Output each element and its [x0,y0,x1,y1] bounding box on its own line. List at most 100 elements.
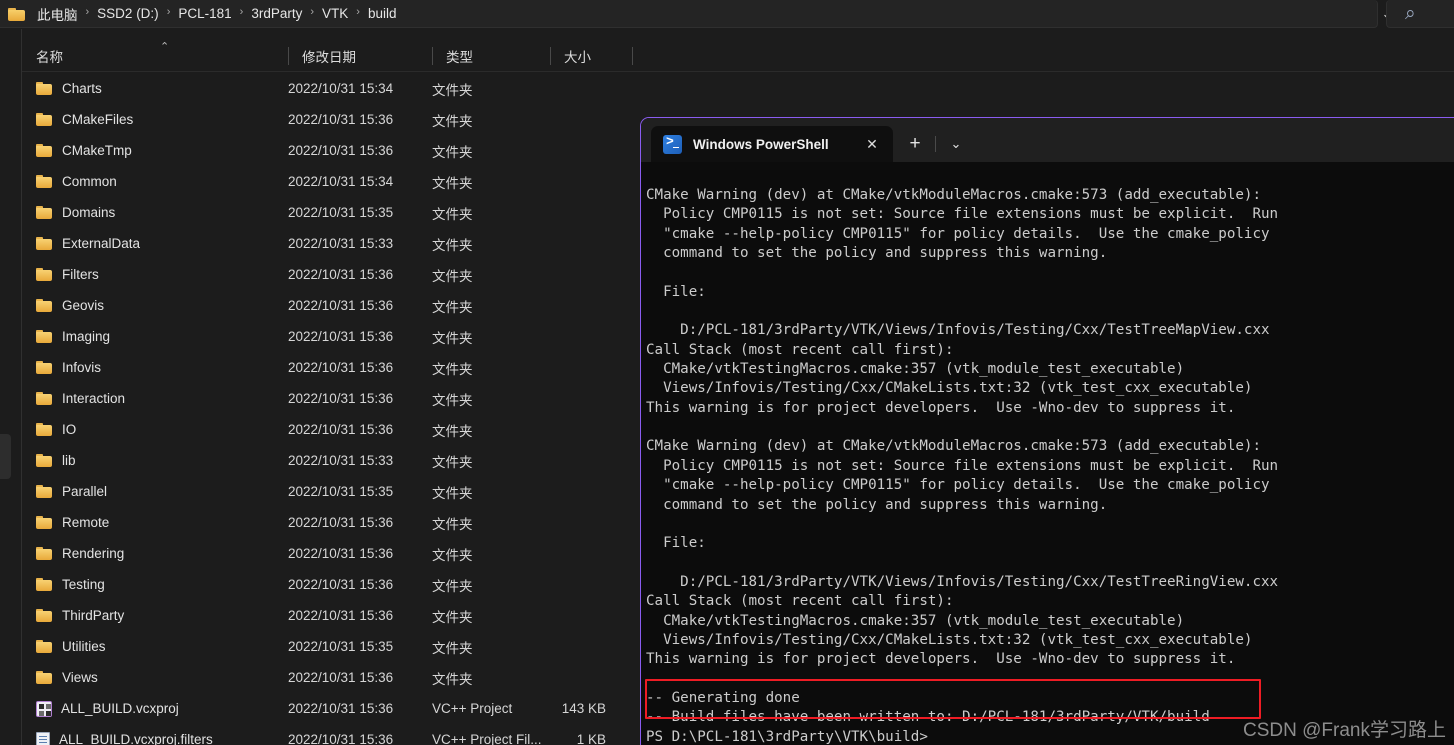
file-date-cell: 2022/10/31 15:36 [288,391,394,406]
file-type-cell: 文件夹 [432,640,473,656]
file-name-label: Remote [62,515,110,530]
file-name-cell: ThirdParty [22,608,288,623]
file-name-label: Testing [62,577,105,592]
folder-icon [36,205,53,220]
file-type-cell: 文件夹 [432,175,473,191]
file-type-cell: 文件夹 [432,392,473,408]
breadcrumb-item-2[interactable]: PCL-181 [173,4,236,23]
breadcrumb-item-3[interactable]: 3rdParty [246,4,307,23]
column-header-name[interactable]: 名称 ⌃ [22,40,288,72]
terminal-line: CMake Warning (dev) at CMake/vtkModuleMa… [646,187,1261,203]
terminal-line: D:/PCL-181/3rdParty/VTK/Views/Infovis/Te… [646,322,1270,339]
terminal-line: Policy CMP0115 is not set: Source file e… [646,206,1279,223]
breadcrumb-item-5[interactable]: build [363,4,402,23]
file-name-label: Rendering [62,546,125,561]
file-size-cell: 1 KB [576,732,606,745]
folder-icon [36,515,53,530]
terminal-line: PS D:\PCL-181\3rdParty\VTK\build> [646,728,928,745]
breadcrumb-container[interactable]: 此电脑 › SSD2 (D:) › PCL-181 › 3rdParty › VTK › build [0,0,1378,28]
terminal-output[interactable]: CMake Warning (dev) at CMake/vtkModuleMa… [641,162,1454,745]
file-type-cell: 文件夹 [432,113,473,129]
file-type-cell: 文件夹 [432,485,473,501]
column-header-type[interactable]: 类型 [432,40,550,72]
folder-icon [36,484,53,499]
file-date-cell: 2022/10/31 15:36 [288,422,394,437]
file-name-label: CMakeFiles [62,112,134,127]
folder-icon [36,112,53,127]
file-name-cell: Common [22,174,288,189]
search-input[interactable]: ⌕ [1386,0,1454,28]
file-name-label: Parallel [62,484,108,499]
terminal-line: -- Build files have been written to: D:/… [646,709,1210,726]
folder-icon [36,236,53,251]
chevron-down-icon[interactable]: ⌄ [942,127,970,161]
file-name-label: Charts [62,81,102,96]
file-type-cell: 文件夹 [432,206,473,222]
file-name-cell: Filters [22,267,288,282]
file-name-label: ThirdParty [62,608,125,623]
column-header-name-label: 名称 [36,49,63,65]
terminal-line: File: [646,283,706,300]
file-name-cell: Domains [22,205,288,220]
file-name-label: Infovis [62,360,102,375]
breadcrumb-item-1[interactable]: SSD2 (D:) [92,4,164,23]
file-date-cell: 2022/10/31 15:35 [288,639,394,654]
column-header-spacer [632,40,692,72]
terminal-line: File: [646,535,706,552]
file-name-cell: Imaging [22,329,288,344]
terminal-line: This warning is for project developers. … [646,651,1236,668]
folder-icon [36,422,53,437]
folder-icon [36,360,53,375]
folder-icon [36,577,53,592]
file-type-cell: 文件夹 [432,423,473,439]
file-type-cell: VC++ Project Fil... [432,732,542,745]
folder-icon [36,453,53,468]
folder-icon [36,174,53,189]
file-date-cell: 2022/10/31 15:35 [288,205,394,220]
navigation-pane-rail [0,29,22,745]
sort-ascending-icon: ⌃ [160,40,170,53]
column-header-size-label: 大小 [564,49,591,65]
terminal-line: command to set the policy and suppress t… [646,496,1108,513]
file-name-label: Filters [62,267,99,282]
file-date-cell: 2022/10/31 15:36 [288,143,394,158]
file-name-cell: CMakeTmp [22,143,288,158]
search-icon: ⌕ [1405,2,1416,24]
file-name-label: Interaction [62,391,126,406]
windows-terminal-window: Windows PowerShell ✕ + ⌄ CMake Warning (… [640,117,1454,745]
vcxproj-icon [36,700,52,717]
file-name-cell: lib [22,453,288,468]
breadcrumb-separator: › [356,6,360,18]
terminal-line: Call Stack (most recent call first): [646,593,954,610]
file-name-label: Utilities [62,639,106,654]
column-header-size[interactable]: 大小 [550,40,632,72]
file-name-label: Common [62,174,117,189]
file-type-cell: 文件夹 [432,82,473,98]
file-type-cell: 文件夹 [432,268,473,284]
folder-icon [36,670,53,685]
file-date-cell: 2022/10/31 15:36 [288,670,394,685]
file-date-cell: 2022/10/31 15:33 [288,236,394,251]
file-date-cell: 2022/10/31 15:36 [288,112,394,127]
screen: 此电脑 › SSD2 (D:) › PCL-181 › 3rdParty › VTK › build… [0,0,1454,745]
file-type-cell: 文件夹 [432,547,473,563]
folder-icon [36,267,53,282]
divider [935,136,936,152]
file-name-label: Views [62,670,98,685]
file-date-cell: 2022/10/31 15:36 [288,546,394,561]
folder-icon [36,391,53,406]
terminal-line: "cmake --help-policy CMP0115" for policy… [646,477,1270,494]
close-icon[interactable]: ✕ [861,133,883,155]
terminal-line: Views/Infovis/Testing/Cxx/CMakeLists.txt… [646,380,1253,397]
column-header-date[interactable]: 修改日期 [288,40,432,72]
breadcrumb-item-4[interactable]: VTK [317,4,353,23]
file-date-cell: 2022/10/31 15:36 [288,701,394,716]
file-name-cell: CMakeFiles [22,112,288,127]
pane-resize-handle[interactable] [0,434,11,479]
breadcrumb-item-0[interactable]: 此电脑 [32,2,83,26]
table-row[interactable]: Charts 2022/10/31 15:34 文件夹 [22,73,1454,104]
terminal-tab-powershell[interactable]: Windows PowerShell ✕ [651,126,893,162]
new-tab-button[interactable]: + [901,127,929,161]
